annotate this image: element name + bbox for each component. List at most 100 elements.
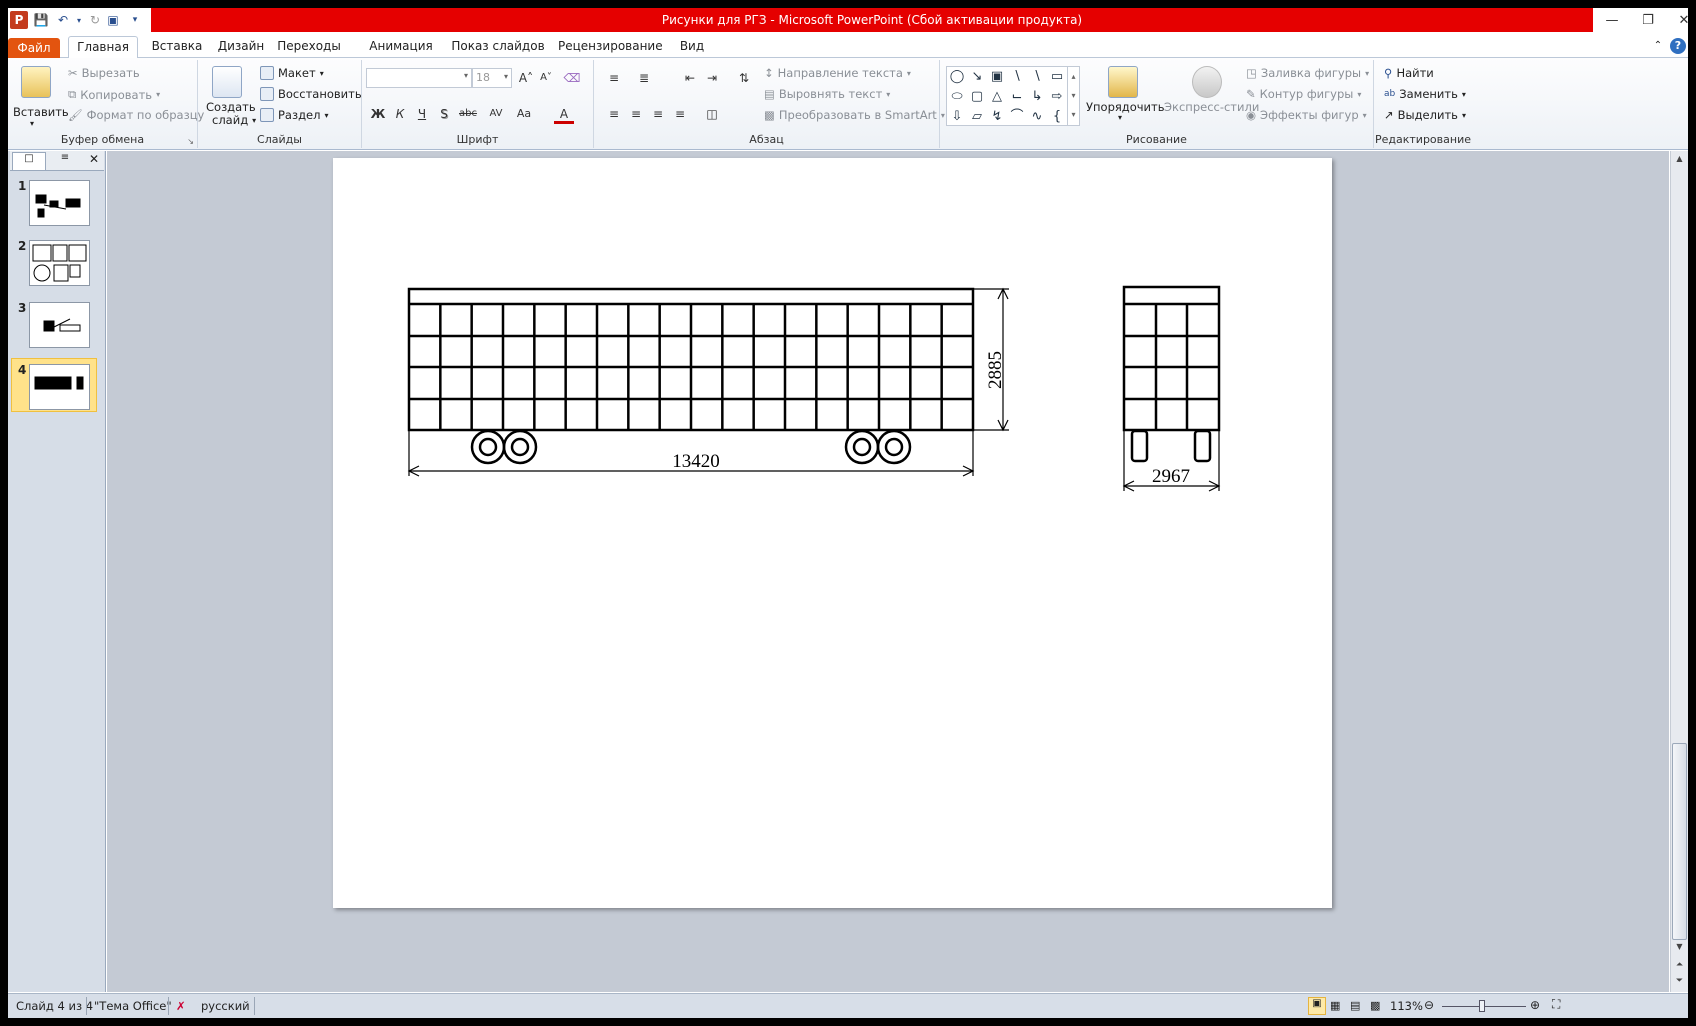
textbox-shape-icon[interactable]: ▣ [989,69,1005,85]
oval-shape-icon[interactable]: ◯ [949,69,965,85]
zoom-out-icon[interactable]: ⊖ [1424,998,1434,1012]
ellipse-shape-icon[interactable]: ⬭ [949,89,965,105]
restore-icon[interactable]: ❐ [1630,8,1666,32]
underline-button[interactable]: Ч [412,104,432,124]
align-center-icon[interactable]: ≡ [626,104,646,124]
tab-transitions[interactable]: Переходы [274,36,344,58]
bold-button[interactable]: Ж [368,104,388,124]
elbow-arrow-icon[interactable]: ↳ [1029,89,1045,105]
tab-insert[interactable]: Вставка [146,36,208,58]
find-button[interactable]: ⚲ Найти [1384,66,1434,80]
slides-tab-icon[interactable]: □ [12,152,46,170]
slideshow-view-icon[interactable]: ▩ [1370,999,1380,1012]
smartart-button[interactable]: ▩ Преобразовать в SmartArt ▾ [764,108,945,122]
clear-formatting-icon[interactable]: ⌫ [562,68,582,88]
redo-icon[interactable]: ↻ [86,11,104,29]
zoom-in-icon[interactable]: ⊕ [1530,998,1540,1012]
scroll-thumb[interactable] [1672,743,1687,940]
next-slide-icon[interactable]: ⏷ [1671,973,1688,989]
paste-dropdown-icon[interactable]: ▾ [30,119,34,128]
line-shape-icon[interactable]: ∖ [1009,69,1025,85]
format-painter-button[interactable]: 🖌 Формат по образцу [68,108,204,122]
theme-name[interactable]: "Тема Office" [94,999,172,1013]
line-spacing-icon[interactable]: ⇅ [734,68,754,88]
grow-font-icon[interactable]: A˄ [516,68,536,88]
line-shape-2-icon[interactable]: ∖ [1029,69,1045,85]
tab-home[interactable]: Главная [68,36,138,59]
section-button[interactable]: Раздел ▾ [260,108,329,122]
justify-icon[interactable]: ≡ [670,104,690,124]
elbow-connector-icon[interactable]: ⌙ [1009,89,1025,105]
curve-shape-icon[interactable]: ∿ [1029,109,1045,125]
previous-slide-icon[interactable]: ⏶ [1671,957,1688,973]
scroll-down-icon[interactable]: ▼ [1671,939,1688,955]
line-arrow-shape-icon[interactable]: ↘ [969,69,985,85]
shapes-gallery[interactable]: ◯ ↘ ▣ ∖ ∖ ▭ ⬭ ▢ △ ⌙ ↳ ⇨ ⇩ ▱ ↯ ⌒ ∿ { ▴ ▾ ▾ [946,66,1080,126]
paste-button[interactable]: Вставить [13,105,69,119]
layout-button[interactable]: Макет ▾ [260,66,324,80]
lightning-shape-icon[interactable]: ↯ [989,109,1005,125]
align-right-icon[interactable]: ≡ [648,104,668,124]
shrink-font-icon[interactable]: A˅ [536,68,556,88]
tab-file[interactable]: Файл [8,38,60,58]
font-color-button[interactable]: A [554,104,574,124]
help-icon[interactable]: ? [1670,38,1686,54]
brace-shape-icon[interactable]: { [1049,109,1065,125]
char-spacing-button[interactable]: AV [484,104,508,124]
shape-fill-button[interactable]: ◳ Заливка фигуры ▾ [1246,66,1369,80]
align-left-icon[interactable]: ≡ [604,104,624,124]
save-icon[interactable]: 💾 [32,11,50,29]
decrease-indent-icon[interactable]: ⇤ [680,68,700,88]
reset-button[interactable]: Восстановить [260,87,362,101]
tab-view[interactable]: Вид [674,36,710,58]
cut-button[interactable]: ✂ Вырезать [68,66,140,80]
fit-slide-icon[interactable]: ⛶ [1552,997,1560,1012]
normal-view-icon[interactable]: ▣ [1308,997,1326,1015]
arrange-icon[interactable] [1108,66,1138,98]
numbering-icon[interactable]: ≣ [634,68,654,88]
freeform-shape-icon[interactable]: ▱ [969,109,985,125]
arrange-dropdown-icon[interactable]: ▾ [1118,113,1122,122]
tab-animation[interactable]: Анимация [366,36,436,58]
outline-tab-icon[interactable]: ≡ [48,152,82,170]
scroll-up-icon[interactable]: ▲ [1671,151,1688,167]
right-arrow-shape-icon[interactable]: ⇨ [1049,89,1065,105]
shapes-gallery-scroll[interactable]: ▴ ▾ ▾ [1067,67,1079,125]
slide-thumbnail-2[interactable] [29,240,90,286]
zoom-level[interactable]: 113% [1390,999,1423,1013]
close-pane-icon[interactable]: ✕ [86,152,102,170]
customize-qat-icon[interactable]: ▾ [126,11,144,29]
tab-slideshow[interactable]: Показ слайдов [448,36,548,58]
text-direction-button[interactable]: ↕ Направление текста ▾ [764,66,911,80]
font-family-select[interactable]: ▾ [366,68,472,88]
shape-effects-button[interactable]: ◉ Эффекты фигур ▾ [1246,108,1367,122]
slideshow-icon[interactable]: ▣ [104,11,122,29]
slide-thumbnail-4[interactable] [29,364,90,410]
new-slide-icon[interactable] [212,66,242,98]
slide-canvas[interactable]: 13420 2885 2967 [333,158,1332,908]
clipboard-launcher-icon[interactable]: ↘ [187,137,194,146]
increase-indent-icon[interactable]: ⇥ [702,68,722,88]
down-arrow-shape-icon[interactable]: ⇩ [949,109,965,125]
font-size-select[interactable]: 18 ▾ [472,68,512,88]
columns-icon[interactable]: ◫ [702,104,722,124]
quick-styles-icon[interactable] [1192,66,1222,98]
italic-button[interactable]: К [390,104,410,124]
powerpoint-app-icon[interactable]: P [10,11,28,29]
new-slide-button-line2[interactable]: слайд ▾ [212,113,256,127]
triangle-shape-icon[interactable]: △ [989,89,1005,105]
shape-outline-button[interactable]: ✎ Контур фигуры ▾ [1246,87,1361,101]
slide-thumbnail-3[interactable] [29,302,90,348]
reading-view-icon[interactable]: ▤ [1350,999,1360,1012]
replace-button[interactable]: ab Заменить ▾ [1384,87,1466,101]
tab-design[interactable]: Дизайн [214,36,268,58]
change-case-button[interactable]: Aa [512,104,536,124]
new-slide-button-line1[interactable]: Создать [206,100,256,114]
paste-icon[interactable] [21,66,51,98]
arrange-button[interactable]: Упорядочить [1086,100,1165,114]
rectangle-shape-icon[interactable]: ▭ [1049,69,1065,85]
arc-shape-icon[interactable]: ⌒ [1009,109,1025,125]
select-button[interactable]: ↗ Выделить ▾ [1384,108,1466,122]
tab-review[interactable]: Рецензирование [558,36,663,58]
close-icon[interactable]: ✕ [1666,8,1688,32]
